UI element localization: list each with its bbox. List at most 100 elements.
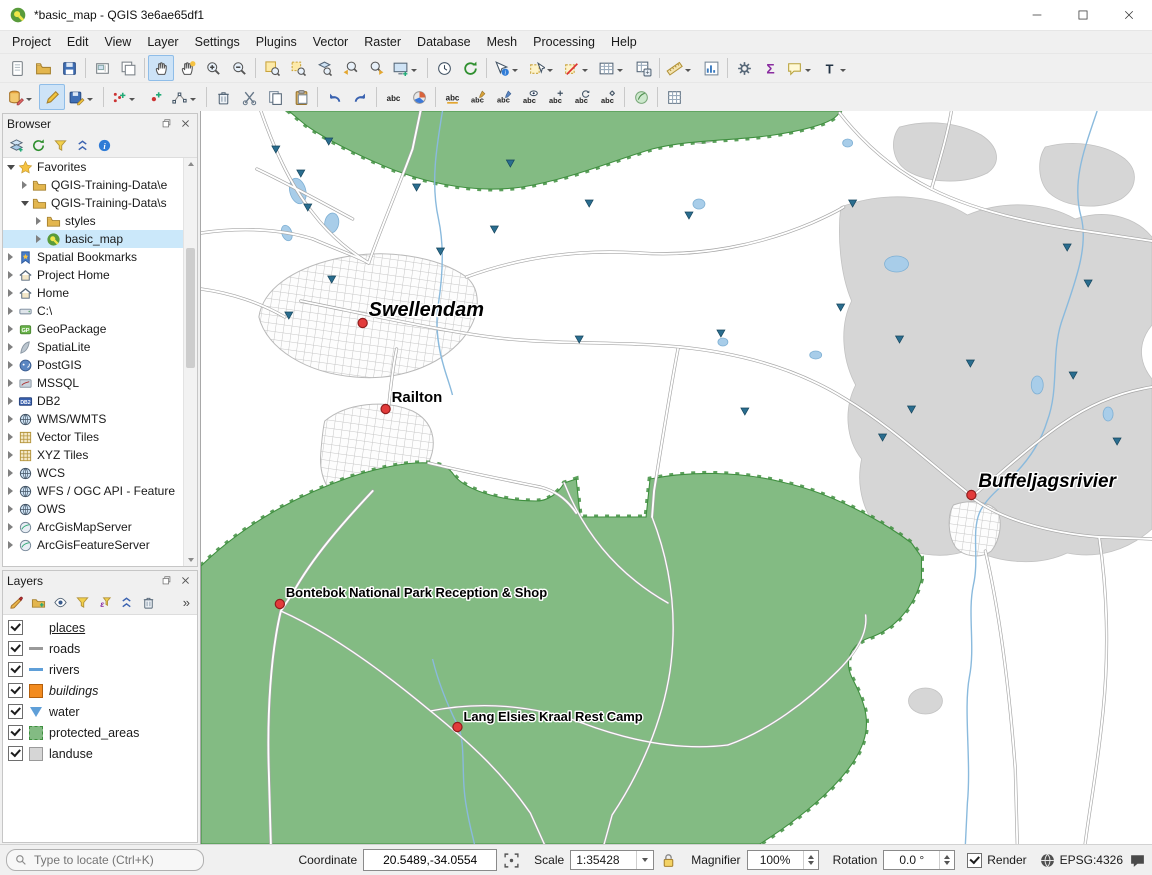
deselect-features-button[interactable] — [560, 55, 595, 81]
layer-item-protected-areas[interactable]: protected_areas — [3, 722, 197, 743]
layer-visibility-checkbox[interactable] — [8, 683, 23, 698]
toggle-editing-button[interactable] — [39, 84, 65, 110]
layer-item-buildings[interactable]: buildings — [3, 680, 197, 701]
scroll-down-arrow[interactable] — [184, 554, 197, 566]
refresh-browser-button[interactable] — [28, 135, 48, 155]
browser-item-mssql[interactable]: MSSQL — [3, 374, 184, 392]
undock-layers-button[interactable] — [158, 574, 174, 588]
crs-indicator[interactable]: EPSG:4326 — [1039, 852, 1123, 869]
show-properties-button[interactable]: i — [94, 135, 114, 155]
layer-visibility-checkbox[interactable] — [8, 620, 23, 635]
coordinate-input[interactable] — [363, 849, 497, 871]
open-layer-styling-button[interactable] — [6, 592, 26, 612]
close-browser-button[interactable] — [177, 117, 193, 131]
geocoder-search-button[interactable] — [628, 84, 654, 110]
lock-scale-icon[interactable] — [660, 852, 677, 869]
map-canvas[interactable]: SwellendamRailtonBuffeljagsrivierBontebo… — [200, 111, 1152, 844]
text-annotation-button[interactable]: T — [818, 55, 853, 81]
expander-icon[interactable] — [5, 162, 16, 173]
layer-visibility-checkbox[interactable] — [8, 746, 23, 761]
menu-raster[interactable]: Raster — [356, 32, 409, 52]
layer-visibility-checkbox[interactable] — [8, 641, 23, 656]
scale-combo[interactable]: 1:35428 — [570, 850, 654, 870]
messages-icon[interactable] — [1129, 852, 1146, 869]
layer-item-roads[interactable]: roads — [3, 638, 197, 659]
add-group-button[interactable] — [28, 592, 48, 612]
zoom-in-button[interactable] — [200, 55, 226, 81]
rotate-label-button[interactable]: abc — [569, 84, 595, 110]
filter-browser-button[interactable] — [50, 135, 70, 155]
magnifier-spin[interactable]: 100% — [747, 850, 819, 870]
scale-dropdown-arrow[interactable] — [636, 851, 653, 869]
layer-item-landuse[interactable]: landuse — [3, 743, 197, 764]
measure-line-button[interactable] — [663, 55, 698, 81]
extent-toggle-icon[interactable] — [503, 852, 520, 869]
expander-icon[interactable] — [5, 378, 16, 389]
cut-features-button[interactable] — [236, 84, 262, 110]
rotation-spin[interactable]: 0.0 ° — [883, 850, 955, 870]
browser-item-project-home[interactable]: Project Home — [3, 266, 184, 284]
expander-icon[interactable] — [5, 360, 16, 371]
minimize-button[interactable] — [1014, 0, 1060, 30]
vertex-tool-button[interactable] — [168, 84, 203, 110]
processing-toolbox-button[interactable]: Σ — [757, 55, 783, 81]
field-calculator-button[interactable]: + — [630, 55, 656, 81]
undo-button[interactable] — [321, 84, 347, 110]
menu-mesh[interactable]: Mesh — [479, 32, 526, 52]
layer-visibility-checkbox[interactable] — [8, 704, 23, 719]
browser-item-xyz-tiles[interactable]: XYZ Tiles — [3, 446, 184, 464]
metasearch-button[interactable] — [661, 84, 687, 110]
open-project-button[interactable] — [30, 55, 56, 81]
digitize-with-segment-button[interactable] — [107, 84, 142, 110]
browser-item-favorites[interactable]: Favorites — [3, 158, 184, 176]
show-hide-labels-button[interactable]: abc — [517, 84, 543, 110]
browser-item-styles[interactable]: styles — [3, 212, 184, 230]
expander-icon[interactable] — [5, 414, 16, 425]
highlight-pinned-labels-button[interactable]: abc — [465, 84, 491, 110]
expander-icon[interactable] — [5, 522, 16, 533]
select-features-button[interactable] — [525, 55, 560, 81]
identify-features-button[interactable]: i — [490, 55, 525, 81]
menu-plugins[interactable]: Plugins — [248, 32, 305, 52]
expander-icon[interactable] — [33, 234, 44, 245]
browser-item-postgis[interactable]: PostGIS — [3, 356, 184, 374]
zoom-out-button[interactable] — [226, 55, 252, 81]
layer-diagram-options-button[interactable] — [406, 84, 432, 110]
filter-by-expression-button[interactable]: ε — [94, 592, 114, 612]
expander-icon[interactable] — [5, 342, 16, 353]
browser-item-spatial-bookmarks[interactable]: Spatial Bookmarks — [3, 248, 184, 266]
change-label-properties-button[interactable]: abc — [595, 84, 621, 110]
expander-icon[interactable] — [5, 540, 16, 551]
menu-processing[interactable]: Processing — [525, 32, 603, 52]
browser-item-home[interactable]: Home — [3, 284, 184, 302]
paste-features-button[interactable] — [288, 84, 314, 110]
pan-map-button[interactable] — [148, 55, 174, 81]
browser-item-qgis-training-data-e[interactable]: QGIS-Training-Data\e — [3, 176, 184, 194]
menu-edit[interactable]: Edit — [59, 32, 97, 52]
browser-item-wfs-ogc-api-feature[interactable]: WFS / OGC API - Feature — [3, 482, 184, 500]
browser-item-geopackage[interactable]: GPGeoPackage — [3, 320, 184, 338]
expander-icon[interactable] — [5, 450, 16, 461]
browser-item-spatialite[interactable]: SpatiaLite — [3, 338, 184, 356]
statistical-summary-button[interactable] — [698, 55, 724, 81]
browser-item-vector-tiles[interactable]: Vector Tiles — [3, 428, 184, 446]
render-checkbox[interactable] — [967, 853, 982, 868]
expander-icon[interactable] — [5, 288, 16, 299]
expander-icon[interactable] — [5, 306, 16, 317]
menu-project[interactable]: Project — [4, 32, 59, 52]
save-layer-edits-button[interactable] — [65, 84, 100, 110]
new-map-view-button[interactable] — [389, 55, 424, 81]
remove-layer-button[interactable] — [138, 592, 158, 612]
redo-button[interactable] — [347, 84, 373, 110]
expander-icon[interactable] — [5, 270, 16, 281]
refresh-map-button[interactable] — [457, 55, 483, 81]
filter-legend-button[interactable] — [72, 592, 92, 612]
map-tips-button[interactable] — [783, 55, 818, 81]
locate-input[interactable] — [32, 852, 195, 868]
menu-view[interactable]: View — [96, 32, 139, 52]
menu-database[interactable]: Database — [409, 32, 479, 52]
show-layout-manager-button[interactable] — [115, 55, 141, 81]
temporal-controller-button[interactable] — [431, 55, 457, 81]
undock-browser-button[interactable] — [158, 117, 174, 131]
browser-item-db2[interactable]: DB2DB2 — [3, 392, 184, 410]
